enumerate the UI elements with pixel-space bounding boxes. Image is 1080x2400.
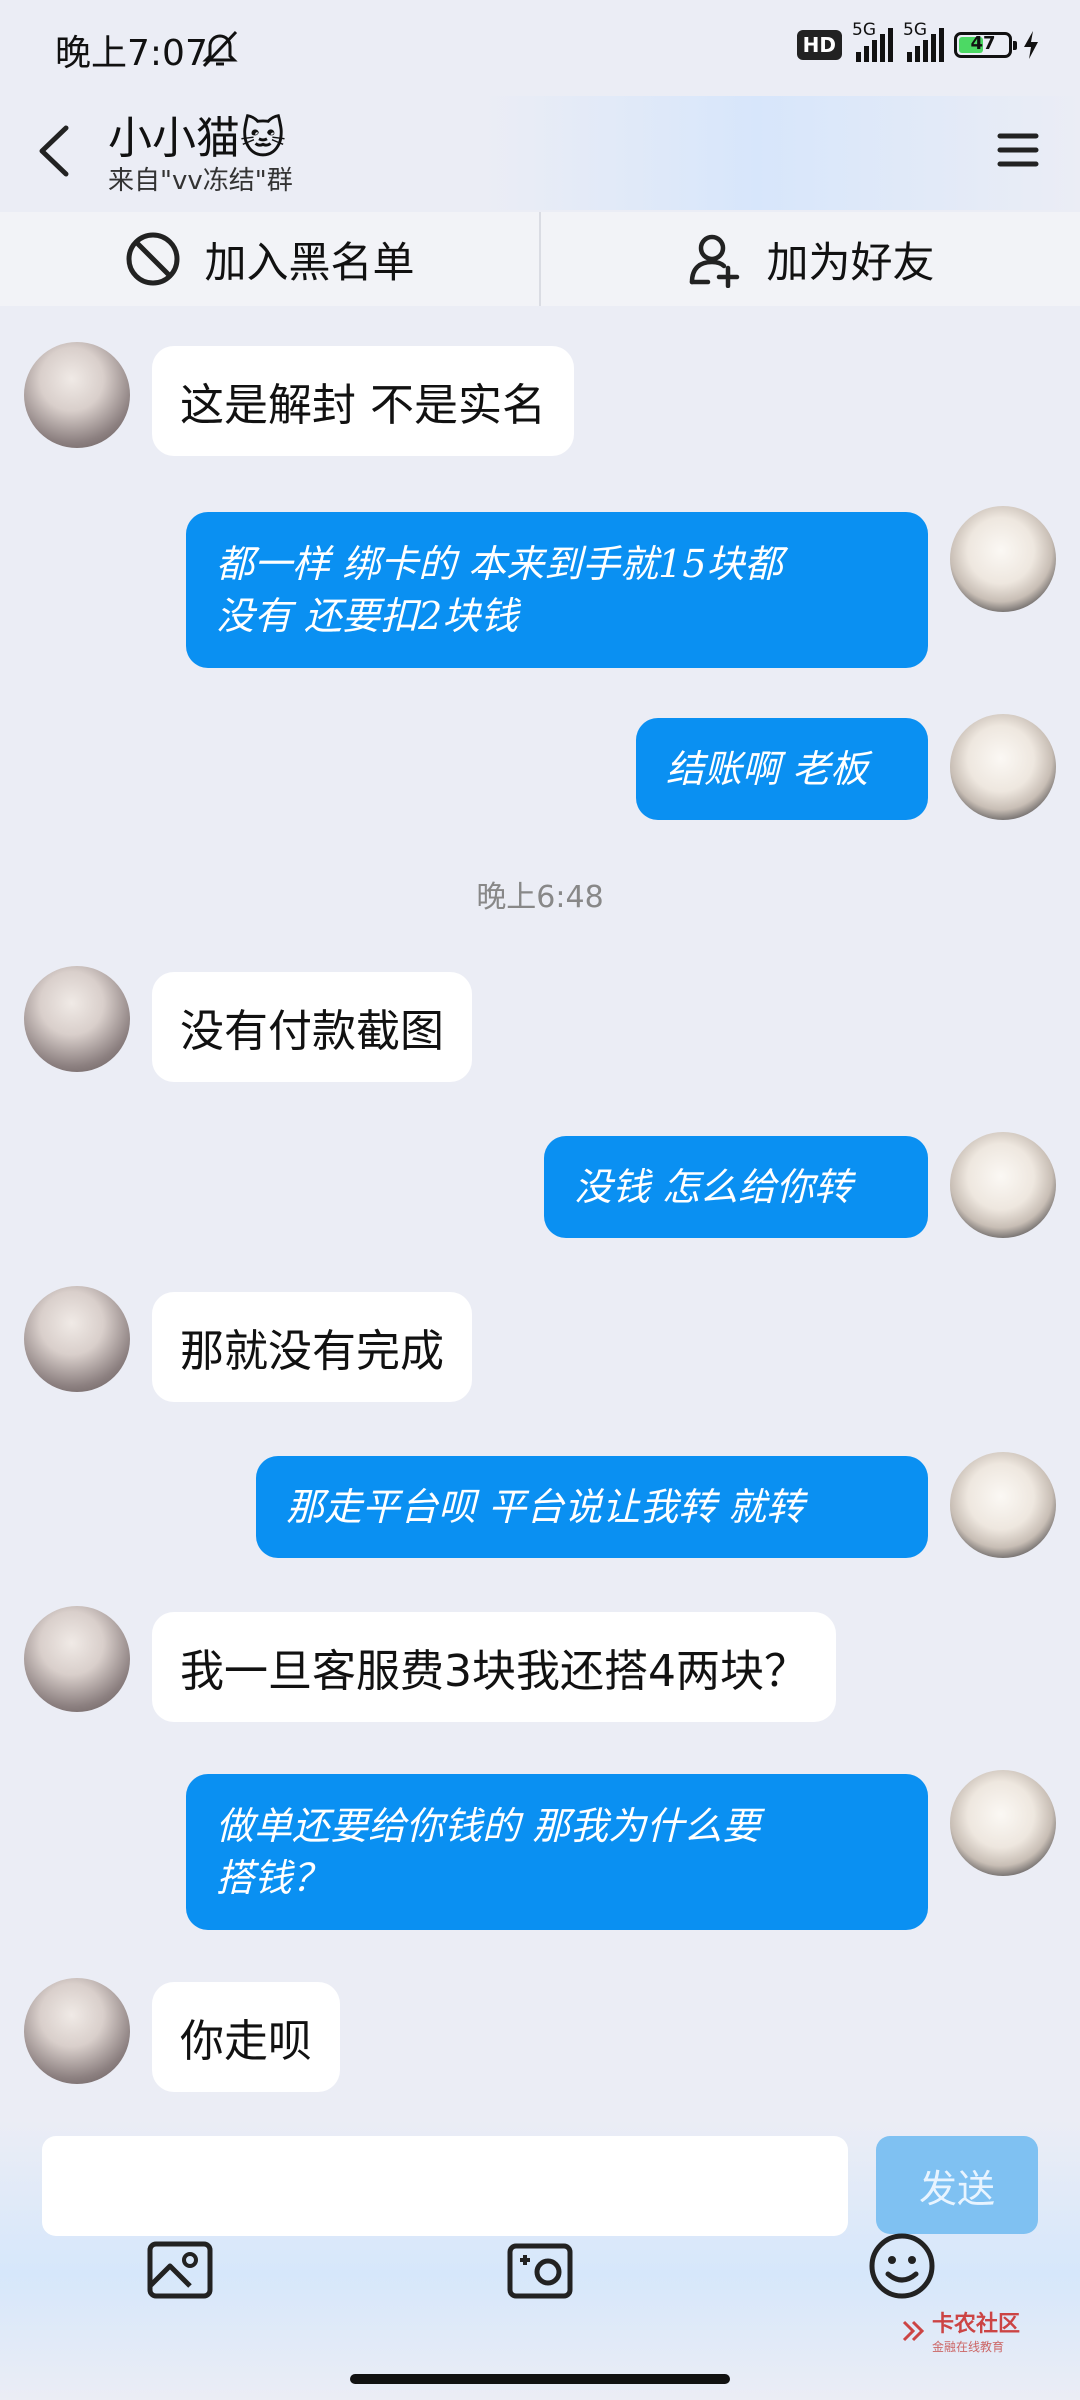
my-avatar[interactable] [950, 506, 1056, 612]
my-avatar[interactable] [950, 1132, 1056, 1238]
outgoing-message[interactable]: 那走平台呗 平台说让我转 就转 [256, 1456, 928, 1558]
watermark-logo: 卡农社区 金融在线教育 [900, 2306, 1020, 2355]
status-time: 晚上7:07 [55, 33, 208, 74]
brand-logo-icon [902, 2320, 925, 2341]
contact-avatar[interactable] [24, 966, 130, 1072]
battery-icon: 47 [954, 32, 1017, 58]
contact-avatar[interactable] [24, 1606, 130, 1712]
action-bar: 加入黑名单 加为好友 [0, 212, 1080, 306]
block-label: 加入黑名单 [204, 237, 415, 287]
my-avatar[interactable] [950, 1770, 1056, 1876]
signal-icon: 5G [852, 20, 893, 62]
contact-name: 小小猫🐱 [108, 113, 286, 164]
menu-icon[interactable] [986, 118, 1050, 182]
camera-icon[interactable] [500, 2230, 580, 2310]
my-avatar[interactable] [950, 714, 1056, 820]
status-bar: 晚上7:07 HD 5G 5G 47 [0, 0, 1080, 96]
outgoing-message[interactable]: 做单还要给你钱的 那我为什么要 搭钱？ [186, 1774, 928, 1930]
incoming-message[interactable]: 那就没有完成 [152, 1292, 472, 1402]
contact-avatar[interactable] [24, 1286, 130, 1392]
image-picker-icon[interactable] [140, 2230, 220, 2310]
status-icons: HD 5G 5G 47 [796, 20, 1040, 62]
contact-source: 来自"vv冻结"群 [108, 166, 293, 196]
contact-avatar[interactable] [24, 342, 130, 448]
mute-icon [202, 30, 238, 68]
timestamp-divider: 晚上6:48 [476, 880, 604, 915]
outgoing-message[interactable]: 结账啊 老板 [636, 718, 928, 820]
chat-header: 小小猫🐱 来自"vv冻结"群 [0, 96, 1080, 210]
contact-avatar[interactable] [24, 1978, 130, 2084]
signal-icon: 5G [903, 20, 944, 62]
composer-bar: 发送 卡农社区 金融在线教育 [0, 2120, 1080, 2400]
block-button[interactable]: 加入黑名单 [0, 212, 539, 306]
incoming-message[interactable]: 我一旦客服费3块我还搭4两块？ [152, 1612, 836, 1722]
message-input[interactable] [42, 2136, 848, 2236]
hd-badge: HD [796, 30, 842, 60]
home-indicator[interactable] [350, 2374, 730, 2384]
incoming-message[interactable]: 这是解封 不是实名 [152, 346, 574, 456]
my-avatar[interactable] [950, 1452, 1056, 1558]
incoming-message[interactable]: 你走呗 [152, 1982, 340, 2092]
message-list[interactable]: 这是解封 不是实名 都一样 绑卡的 本来到手就15块都 没有 还要扣2块钱 结账… [0, 306, 1080, 2120]
block-icon [126, 232, 180, 286]
add-friend-label: 加为好友 [766, 237, 935, 287]
incoming-message[interactable]: 没有付款截图 [152, 972, 472, 1082]
add-friend-button[interactable]: 加为好友 [539, 212, 1080, 306]
back-arrow-icon[interactable] [28, 116, 88, 186]
charging-icon [1024, 31, 1038, 59]
outgoing-message[interactable]: 没钱 怎么给你转 [544, 1136, 928, 1238]
send-button[interactable]: 发送 [876, 2136, 1038, 2234]
outgoing-message[interactable]: 都一样 绑卡的 本来到手就15块都 没有 还要扣2块钱 [186, 512, 928, 668]
add-user-icon [690, 234, 740, 288]
emoji-icon[interactable] [862, 2226, 942, 2306]
